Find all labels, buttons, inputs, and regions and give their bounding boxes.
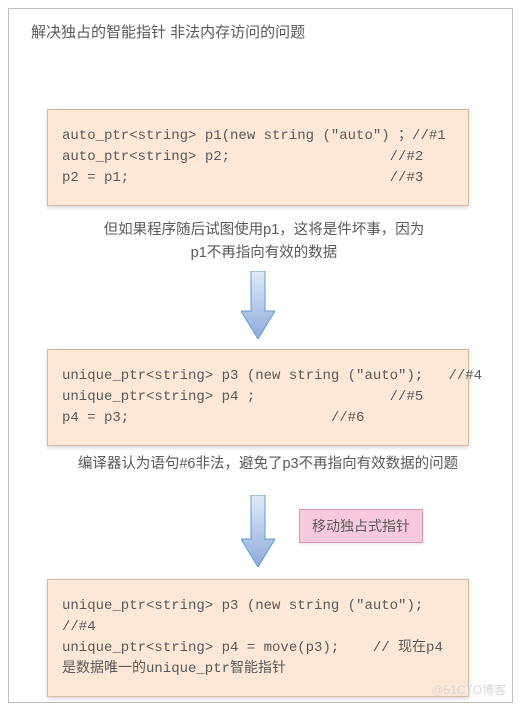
diagram-title: 解决独占的智能指针 非法内存访问的问题: [31, 21, 305, 42]
caption-auto-ptr-problem: 但如果程序随后试图使用p1，这将是件坏事，因为p1不再指向有效的数据: [99, 219, 429, 265]
watermark-text: @51CTO博客: [431, 681, 506, 698]
code-block-unique-ptr: unique_ptr<string> p3 (new string ("auto…: [47, 349, 469, 446]
code-block-auto-ptr: auto_ptr<string> p1(new string ("auto") …: [47, 109, 469, 206]
arrow-down-icon: [241, 271, 275, 339]
diagram-canvas: 解决独占的智能指针 非法内存访问的问题 auto_ptr<string> p1(…: [8, 8, 513, 703]
arrow-down-icon: [241, 495, 275, 567]
caption-unique-ptr-solution: 编译器认为语句#6非法，避免了p3不再指向有效数据的问题: [77, 453, 459, 476]
tag-move-pointer: 移动独占式指针: [299, 509, 423, 543]
code-block-move: unique_ptr<string> p3 (new string ("auto…: [47, 579, 469, 697]
